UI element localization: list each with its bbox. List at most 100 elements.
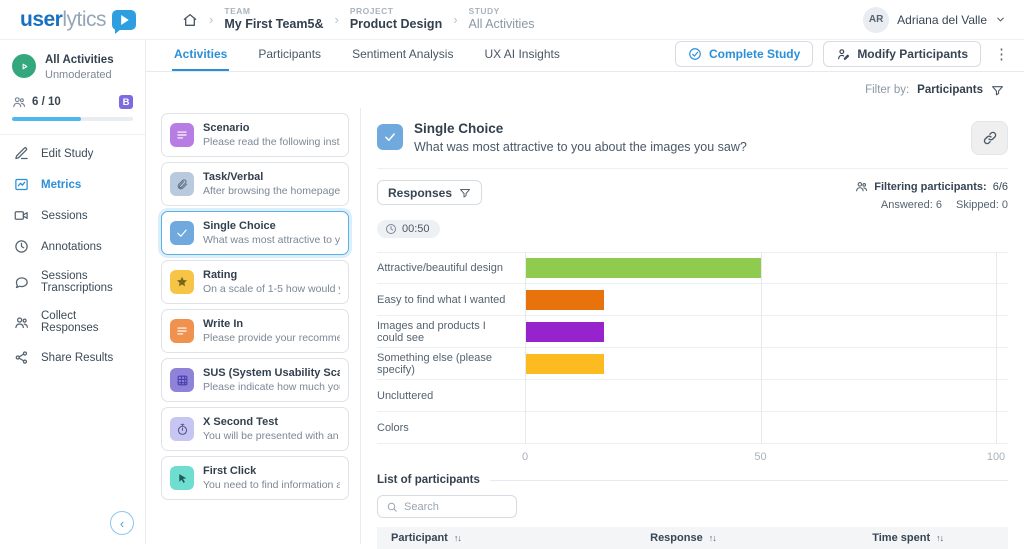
chart-bar[interactable] — [525, 322, 604, 342]
sidebar-item-collect-responses[interactable]: Collect Responses — [0, 302, 145, 342]
logo-text-bold: user — [20, 8, 62, 31]
activity-list: ScenarioPlease read the following instru… — [161, 108, 357, 544]
userlytics-logo[interactable]: userlytics — [20, 8, 136, 32]
sort-arrows-icon: ↑↓ — [454, 533, 461, 543]
breadcrumb-item-study[interactable]: STUDYAll Activities — [469, 6, 535, 32]
sidebar-nav: Edit Study Metrics Sessions AnnotationsSess… — [0, 138, 145, 373]
tab-ux-ai-insights[interactable]: UX AI Insights — [482, 40, 561, 71]
chart-x-tick: 100 — [987, 451, 1005, 463]
sort-arrows-icon: ↑↓ — [936, 533, 943, 543]
first-click-cursor-icon — [170, 466, 194, 490]
chart-x-tick: 50 — [754, 451, 766, 463]
filter-by-label: Filter by: — [865, 84, 909, 96]
chevron-right-icon: › — [334, 12, 338, 27]
chart-bar-area — [525, 348, 996, 379]
filtering-participants-value: 6/6 — [993, 181, 1008, 193]
responses-bar-chart: Attractive/beautiful designEasy to find … — [377, 252, 1008, 466]
chart-rows: Attractive/beautiful designEasy to find … — [377, 252, 1008, 444]
chevron-right-icon: › — [453, 12, 457, 27]
chart-bar[interactable] — [525, 354, 604, 374]
user-menu[interactable]: AR Adriana del Valle — [863, 7, 1006, 33]
chart-bar-area — [525, 253, 996, 283]
complete-study-label: Complete Study — [709, 47, 800, 61]
activity-card-scenario[interactable]: ScenarioPlease read the following instru… — [161, 113, 349, 157]
sus-system-usability-scale-grid-icon — [170, 368, 194, 392]
pencil-icon — [14, 146, 30, 161]
participants-progress-fill — [12, 117, 81, 121]
activity-card-task-verbal[interactable]: Task/VerbalAfter browsing the homepage f… — [161, 162, 349, 206]
activity-card-desc: Please indicate how much you agre... — [203, 381, 340, 393]
participants-section-title: List of participants — [377, 474, 480, 486]
chart-category-label: Easy to find what I wanted — [377, 294, 525, 306]
activity-card-rating[interactable]: RatingOn a scale of 1-5 how would you ra… — [161, 260, 349, 304]
activity-card-x-second-test[interactable]: X Second TestYou will be presented with … — [161, 407, 349, 451]
filtering-participants-label: Filtering participants: — [874, 181, 986, 193]
sidebar-divider — [0, 134, 145, 135]
task-verbal-paperclip-icon — [170, 172, 194, 196]
user-name: Adriana del Valle — [897, 13, 987, 27]
chat-icon — [14, 275, 30, 290]
sidebar-item-sessions-transcriptions[interactable]: Sessions Transcriptions — [0, 262, 145, 302]
search-icon — [386, 501, 398, 513]
complete-study-button[interactable]: Complete Study — [675, 41, 813, 67]
sidebar-item-edit-study[interactable]: Edit Study — [0, 138, 145, 169]
tab-bar: Activities Participants Sentiment Analysis… — [146, 40, 1024, 72]
tab-sentiment-analysis[interactable]: Sentiment Analysis — [350, 40, 455, 71]
chart-bar-area — [525, 316, 996, 347]
chart-row-uncluttered: Uncluttered — [377, 380, 1008, 412]
chart-bar[interactable] — [525, 258, 761, 278]
chart-x-tick: 0 — [522, 451, 528, 463]
answered-count: Answered: 6 — [881, 199, 942, 211]
panel-header: Single Choice What was most attractive t… — [377, 121, 1008, 155]
column-header-participant[interactable]: Participant↑↓ — [391, 532, 650, 544]
column-header-time-spent[interactable]: Time spent↑↓ — [872, 532, 1008, 544]
sidebar-item-label: Edit Study — [41, 148, 93, 160]
time-limit-value: 00:50 — [402, 223, 430, 235]
breadcrumb-item-team[interactable]: TEAMMy First Team5& — [224, 6, 323, 32]
breadcrumb-item-project[interactable]: PROJECTProduct Design — [350, 6, 442, 32]
chart-bar[interactable] — [525, 290, 604, 310]
sidebar-item-share-results[interactable]: Share Results — [0, 342, 145, 373]
activity-card-title: Rating — [203, 269, 340, 281]
breadcrumb: › TEAMMy First Team5& › PROJECTProduct Desi… — [182, 6, 535, 32]
participants-table-header: Participant↑↓Response↑↓Time spent↑↓ — [377, 527, 1008, 549]
activity-card-single-choice[interactable]: Single ChoiceWhat was most attractive to… — [161, 211, 349, 255]
activity-card-write-in[interactable]: Write InPlease provide your recommendati… — [161, 309, 349, 353]
logo-text-light: lytics — [62, 8, 106, 31]
activity-card-title: SUS (System Usability Scale) — [203, 367, 340, 379]
sidebar-item-label: Sessions — [41, 210, 88, 222]
top-header: userlytics › TEAMMy First Team5& › PROJECTP… — [0, 0, 1024, 40]
participants-count-row: 6 / 10 B — [0, 81, 145, 109]
sidebar-item-label: Share Results — [41, 352, 113, 364]
chart-row-something-else-please-specify: Something else (please specify) — [377, 348, 1008, 380]
participant-search-input[interactable] — [404, 501, 508, 513]
tab-participants[interactable]: Participants — [256, 40, 323, 71]
chart-bar-area — [525, 380, 996, 411]
tab-activities[interactable]: Activities — [172, 40, 229, 71]
activity-card-title: Write In — [203, 318, 340, 330]
sidebar-item-metrics[interactable]: Metrics — [0, 169, 145, 200]
filter-funnel-icon[interactable] — [991, 84, 1004, 97]
chart-row-images-and-products-i-could-see: Images and products I could see — [377, 316, 1008, 348]
sidebar-item-annotations[interactable]: Annotations — [0, 231, 145, 262]
collapse-sidebar-button[interactable]: ‹ — [110, 511, 134, 535]
column-label: Response — [650, 532, 703, 544]
column-header-response[interactable]: Response↑↓ — [650, 532, 872, 544]
sidebar-item-sessions[interactable]: Sessions — [0, 200, 145, 231]
plan-badge: B — [119, 95, 133, 109]
copy-link-button[interactable] — [971, 121, 1008, 155]
activity-card-sus-system-usability-scale[interactable]: SUS (System Usability Scale) Please indic… — [161, 358, 349, 402]
chart-row-colors: Colors — [377, 412, 1008, 444]
participants-section: List of participants Participant↑↓Respon… — [377, 474, 1008, 549]
participants-progress-bar — [12, 117, 133, 121]
activity-card-first-click[interactable]: First ClickYou need to find information … — [161, 456, 349, 500]
scenario-text-lines-icon — [170, 123, 194, 147]
share-icon — [14, 350, 30, 365]
person-edit-icon — [836, 47, 850, 61]
more-options-icon[interactable]: ⋮ — [991, 45, 1012, 63]
home-icon[interactable] — [182, 12, 198, 28]
modify-participants-button[interactable]: Modify Participants — [823, 41, 981, 67]
panel-title: Single Choice — [414, 121, 747, 136]
responses-filter-button[interactable]: Responses — [377, 180, 482, 205]
logo-play-icon — [112, 10, 136, 30]
